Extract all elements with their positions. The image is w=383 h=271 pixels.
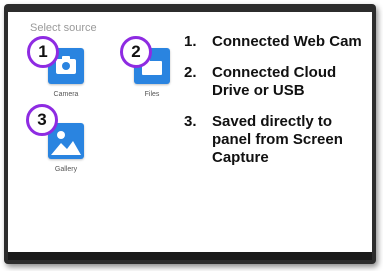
source-files-label: Files xyxy=(144,91,160,98)
list-item: 2. Connected Cloud Drive or USB xyxy=(184,64,374,100)
badge-2: 2 xyxy=(120,36,152,68)
source-gallery-label: Gallery xyxy=(54,166,78,173)
badge-1: 1 xyxy=(27,36,59,68)
source-camera-label: Camera xyxy=(53,91,79,98)
list-item: 1. Connected Web Cam xyxy=(184,33,374,51)
list-item-text: Connected Web Cam xyxy=(212,33,362,50)
badge-3: 3 xyxy=(26,104,58,136)
annotation-list: 1. Connected Web Cam 2. Connected Cloud … xyxy=(184,33,374,180)
list-item: 3. Saved directly to panel from Screen C… xyxy=(184,113,374,167)
list-item-number: 2. xyxy=(184,64,197,81)
bottom-bar xyxy=(8,252,372,260)
list-item-text: Connected Cloud Drive or USB xyxy=(212,64,337,99)
list-item-text: Saved directly to panel from Screen Capt… xyxy=(212,113,343,166)
list-item-number: 1. xyxy=(184,33,197,50)
dialog-title: Select source xyxy=(30,22,97,34)
list-item-number: 3. xyxy=(184,113,197,130)
